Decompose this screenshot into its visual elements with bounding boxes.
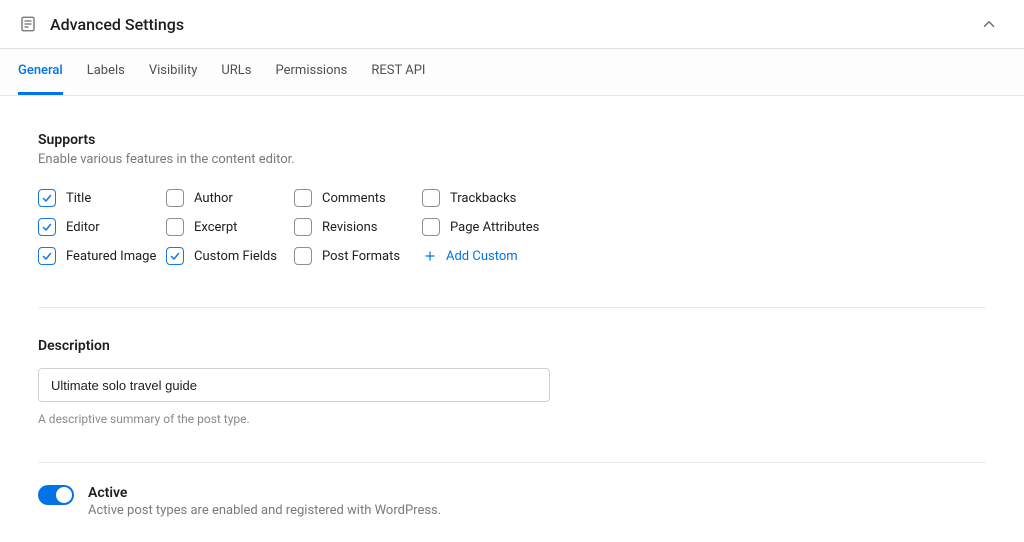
- check-icon: [38, 247, 56, 265]
- plus-icon: [422, 248, 438, 264]
- toggle-knob: [56, 487, 72, 503]
- checkbox-label: Excerpt: [194, 220, 237, 235]
- checkbox-label: Editor: [66, 220, 100, 235]
- checkbox-editor[interactable]: Editor: [38, 218, 166, 236]
- description-title: Description: [38, 338, 986, 354]
- active-label: Active: [88, 485, 441, 501]
- content-area: Supports Enable various features in the …: [0, 96, 1024, 542]
- checkbox-page-attributes[interactable]: Page Attributes: [422, 218, 572, 236]
- checkbox-trackbacks[interactable]: Trackbacks: [422, 189, 572, 207]
- check-icon: [166, 247, 184, 265]
- panel-header: Advanced Settings: [0, 0, 1024, 49]
- divider: [38, 307, 986, 308]
- check-icon: [294, 247, 312, 265]
- checkbox-featured-image[interactable]: Featured Image: [38, 247, 166, 265]
- checkbox-author[interactable]: Author: [166, 189, 294, 207]
- checkbox-comments[interactable]: Comments: [294, 189, 422, 207]
- supports-grid: Title Author Comments Trackbacks Editor: [38, 189, 986, 265]
- checkbox-label: Comments: [322, 191, 386, 206]
- tab-permissions[interactable]: Permissions: [276, 49, 348, 95]
- check-icon: [38, 218, 56, 236]
- tab-visibility[interactable]: Visibility: [149, 49, 198, 95]
- active-text: Active Active post types are enabled and…: [88, 485, 441, 518]
- checkbox-label: Post Formats: [322, 249, 400, 264]
- add-custom-button[interactable]: Add Custom: [422, 247, 572, 265]
- chevron-up-icon[interactable]: [980, 15, 998, 33]
- checkbox-label: Featured Image: [66, 249, 156, 264]
- active-row: Active Active post types are enabled and…: [38, 485, 986, 518]
- description-help: A descriptive summary of the post type.: [38, 412, 986, 426]
- tab-labels[interactable]: Labels: [87, 49, 125, 95]
- checkbox-post-formats[interactable]: Post Formats: [294, 247, 422, 265]
- tab-rest-api[interactable]: REST API: [371, 49, 425, 95]
- checkbox-revisions[interactable]: Revisions: [294, 218, 422, 236]
- checkbox-excerpt[interactable]: Excerpt: [166, 218, 294, 236]
- description-input[interactable]: [38, 368, 550, 402]
- check-icon: [294, 189, 312, 207]
- checkbox-title[interactable]: Title: [38, 189, 166, 207]
- checkbox-custom-fields[interactable]: Custom Fields: [166, 247, 294, 265]
- checkbox-label: Revisions: [322, 220, 377, 235]
- header-left: Advanced Settings: [18, 14, 184, 34]
- checkbox-label: Page Attributes: [450, 220, 539, 235]
- tab-general[interactable]: General: [18, 49, 63, 95]
- check-icon: [166, 218, 184, 236]
- check-icon: [38, 189, 56, 207]
- checkbox-label: Title: [66, 191, 91, 206]
- active-toggle[interactable]: [38, 485, 74, 505]
- checkbox-label: Custom Fields: [194, 249, 277, 264]
- page-title: Advanced Settings: [50, 15, 184, 34]
- active-description: Active post types are enabled and regist…: [88, 503, 441, 518]
- check-icon: [422, 218, 440, 236]
- supports-subtitle: Enable various features in the content e…: [38, 152, 986, 167]
- checkbox-label: Author: [194, 191, 233, 206]
- tabs: General Labels Visibility URLs Permissio…: [0, 49, 1024, 96]
- checkbox-label: Trackbacks: [450, 191, 516, 206]
- supports-title: Supports: [38, 132, 986, 148]
- tab-urls[interactable]: URLs: [221, 49, 251, 95]
- add-custom-label: Add Custom: [446, 249, 518, 264]
- document-icon: [18, 14, 38, 34]
- check-icon: [294, 218, 312, 236]
- check-icon: [422, 189, 440, 207]
- check-icon: [166, 189, 184, 207]
- divider: [38, 462, 986, 463]
